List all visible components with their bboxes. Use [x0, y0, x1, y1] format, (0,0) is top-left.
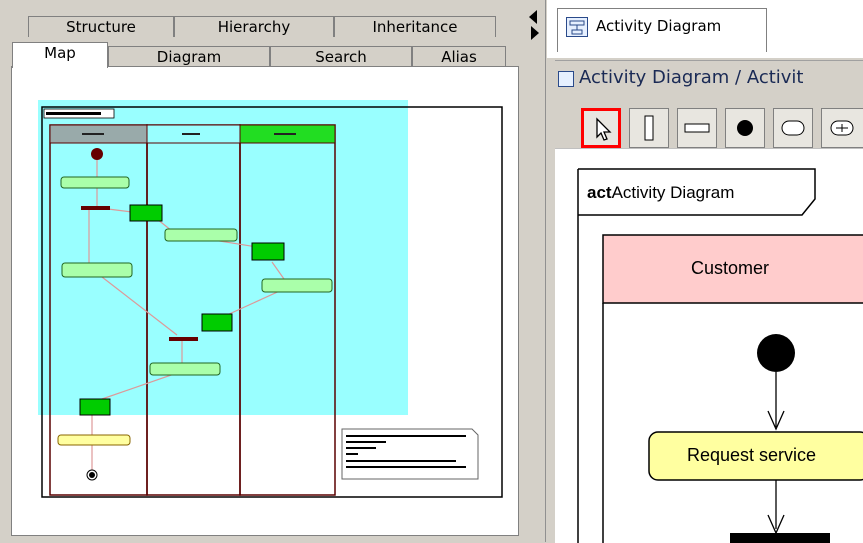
frame-title: actActivity Diagram — [587, 183, 734, 203]
diagram-toolbar — [578, 98, 863, 150]
tab-structure[interactable]: Structure — [28, 16, 174, 37]
map-viewport — [38, 100, 408, 415]
collapse-left-arrow-icon[interactable] — [529, 10, 537, 24]
swimlane-customer[interactable]: Customer — [691, 258, 769, 279]
tab-label: Activity Diagram — [596, 17, 722, 35]
frame-name: Activity Diagram — [611, 183, 735, 202]
diagram-canvas[interactable]: actActivity Diagram Customer Request ser… — [555, 148, 863, 543]
action-request-service[interactable]: Request service — [687, 445, 816, 466]
tab-search[interactable]: Search — [270, 46, 412, 67]
tab-map[interactable]: Map — [12, 42, 108, 68]
diagram-frame — [577, 168, 863, 543]
partition-vertical-tool[interactable] — [629, 108, 669, 148]
initial-node-tool[interactable] — [725, 108, 765, 148]
action-tool[interactable] — [773, 108, 813, 148]
initial-node — [757, 334, 795, 372]
partition-horizontal-tool[interactable] — [677, 108, 717, 148]
tab-hierarchy[interactable]: Hierarchy — [174, 16, 334, 37]
map-panel — [11, 66, 519, 536]
diagram-map-overview[interactable] — [12, 67, 518, 535]
merge-tool[interactable] — [821, 108, 863, 148]
tab-label: Diagram — [156, 48, 222, 66]
tab-alias[interactable]: Alias — [412, 46, 506, 67]
tab-inheritance[interactable]: Inheritance — [334, 16, 496, 37]
activity-diagram-icon — [566, 17, 588, 37]
tab-label: Structure — [66, 18, 136, 36]
tab-label: Map — [44, 44, 76, 62]
tab-diagram[interactable]: Diagram — [108, 46, 270, 67]
tab-label: Search — [315, 48, 367, 66]
frame-kind: act — [587, 183, 612, 202]
diagram-breadcrumb-bar: Activity Diagram / Activit — [555, 60, 863, 97]
diagram-small-icon — [558, 71, 574, 87]
tab-label: Inheritance — [372, 18, 458, 36]
pane-splitter[interactable] — [525, 0, 546, 542]
editor-tab-bar: Activity Diagram — [547, 0, 863, 58]
pointer-tool[interactable] — [581, 108, 621, 148]
tab-label: Alias — [441, 48, 477, 66]
expand-right-arrow-icon[interactable] — [531, 26, 539, 40]
breadcrumb: Activity Diagram / Activit — [579, 67, 804, 88]
tab-label: Hierarchy — [217, 18, 291, 36]
tab-activity-diagram[interactable]: Activity Diagram — [557, 8, 767, 52]
